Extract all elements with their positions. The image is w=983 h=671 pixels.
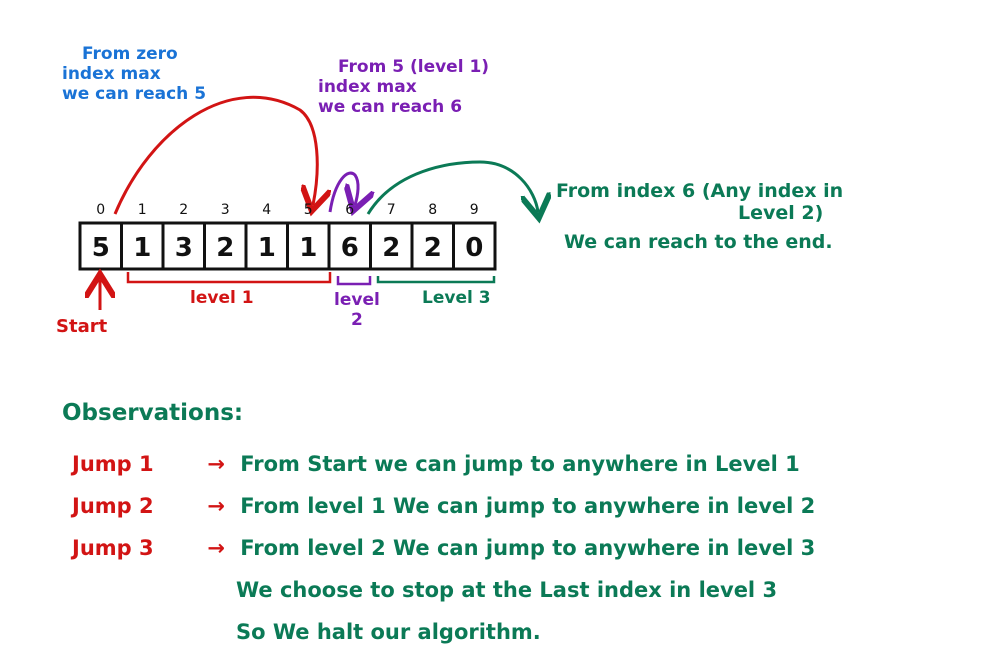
- array-cell-value: 2: [424, 233, 442, 263]
- jump-2-text: From level 1 We can jump to anywhere in …: [240, 494, 816, 518]
- observation-line-1: Jump 1 → From Start we can jump to anywh…: [72, 452, 800, 476]
- array-cell-value: 5: [92, 233, 110, 263]
- array-cell: [327, 221, 372, 271]
- level-2-bracket: [336, 276, 372, 286]
- level-2-label-line-1: level: [334, 290, 380, 310]
- level-3-bracket: [376, 276, 496, 284]
- note-from-five-line-3: we can reach 6: [318, 97, 463, 118]
- index-label: 6: [345, 202, 354, 218]
- jump-1-text: From Start we can jump to anywhere in Le…: [240, 452, 800, 476]
- observations-heading: Observations:: [62, 400, 244, 426]
- observation-continuation-1: We choose to stop at the Last index in l…: [236, 578, 778, 602]
- index-label: 4: [262, 202, 271, 218]
- array-cell-value: 1: [133, 233, 151, 263]
- jump-arc-0-to-5: [113, 95, 317, 214]
- array-cell: [410, 221, 455, 271]
- note-from-zero-line-2: index max: [62, 64, 161, 85]
- level-3-label: Level 3: [422, 288, 491, 308]
- index-label: 5: [304, 202, 313, 218]
- jump-3-arrow: →: [207, 536, 225, 560]
- array-cell-value: 2: [216, 233, 234, 263]
- array-cell: [244, 221, 289, 271]
- observation-line-3: Jump 3 → From level 2 We can jump to any…: [72, 536, 815, 560]
- jump-game-diagram: From zero index max we can reach 5 From …: [0, 0, 983, 671]
- note-from-zero: From zero index max we can reach 5: [62, 44, 206, 104]
- array-cell-value: 1: [299, 233, 317, 263]
- jump-3-label: Jump 3: [72, 536, 154, 560]
- observation-continuation-2: So We halt our algorithm.: [236, 620, 541, 644]
- array-cell: [161, 221, 206, 271]
- array-cell: [120, 221, 165, 271]
- index-label: 3: [221, 202, 230, 218]
- jump-1-arrow: →: [207, 452, 225, 476]
- index-label: 8: [428, 202, 437, 218]
- level-1-label: level 1: [190, 288, 254, 308]
- note-from-six-line-1: From index 6 (Any index in: [556, 180, 844, 202]
- observation-line-2: Jump 2 → From level 1 We can jump to any…: [72, 494, 815, 518]
- index-label: 0: [96, 202, 105, 218]
- index-label: 9: [470, 202, 479, 218]
- index-label: 2: [179, 202, 188, 218]
- level-2-label-line-2: 2: [350, 310, 363, 331]
- array-cell: [286, 221, 331, 271]
- array-cell: [78, 221, 123, 271]
- array-cell: [203, 221, 248, 271]
- index-label: 1: [138, 202, 147, 218]
- level-2-label: level 2: [334, 290, 380, 330]
- array-cells: 5132116220: [78, 221, 497, 271]
- level-1-bracket: [126, 272, 332, 284]
- start-label: Start: [56, 316, 108, 337]
- array-cell-value: 6: [341, 233, 359, 263]
- array-cell-value: 2: [382, 233, 400, 263]
- jump-3-text: From level 2 We can jump to anywhere in …: [240, 536, 816, 560]
- note-from-five-line-1: From 5 (level 1): [338, 57, 490, 77]
- note-from-zero-line-3: we can reach 5: [62, 84, 207, 105]
- array-cell-value: 3: [175, 233, 193, 263]
- note-from-six: From index 6 (Any index in Level 2) We c…: [556, 180, 843, 253]
- note-from-six-line-2: Level 2): [738, 202, 824, 225]
- note-from-five: From 5 (level 1) index max we can reach …: [318, 57, 489, 117]
- jump-1-label: Jump 1: [72, 452, 154, 476]
- jump-arc-5-to-6: [328, 171, 358, 212]
- array-cell: [452, 221, 497, 271]
- index-labels: 0 1 2 3 4 5 6 7 8 9: [96, 202, 478, 218]
- jump-arc-6-to-end: [366, 160, 538, 214]
- index-label: 7: [387, 202, 396, 218]
- note-from-five-line-2: index max: [318, 77, 417, 98]
- note-from-zero-line-1: From zero: [82, 44, 178, 64]
- array-cell-value: 0: [465, 233, 483, 263]
- jump-2-label: Jump 2: [72, 494, 154, 518]
- note-from-six-line-3: We can reach to the end.: [564, 230, 833, 253]
- array-cell-value: 1: [258, 233, 276, 263]
- array-cell: [369, 221, 414, 271]
- jump-2-arrow: →: [207, 494, 225, 518]
